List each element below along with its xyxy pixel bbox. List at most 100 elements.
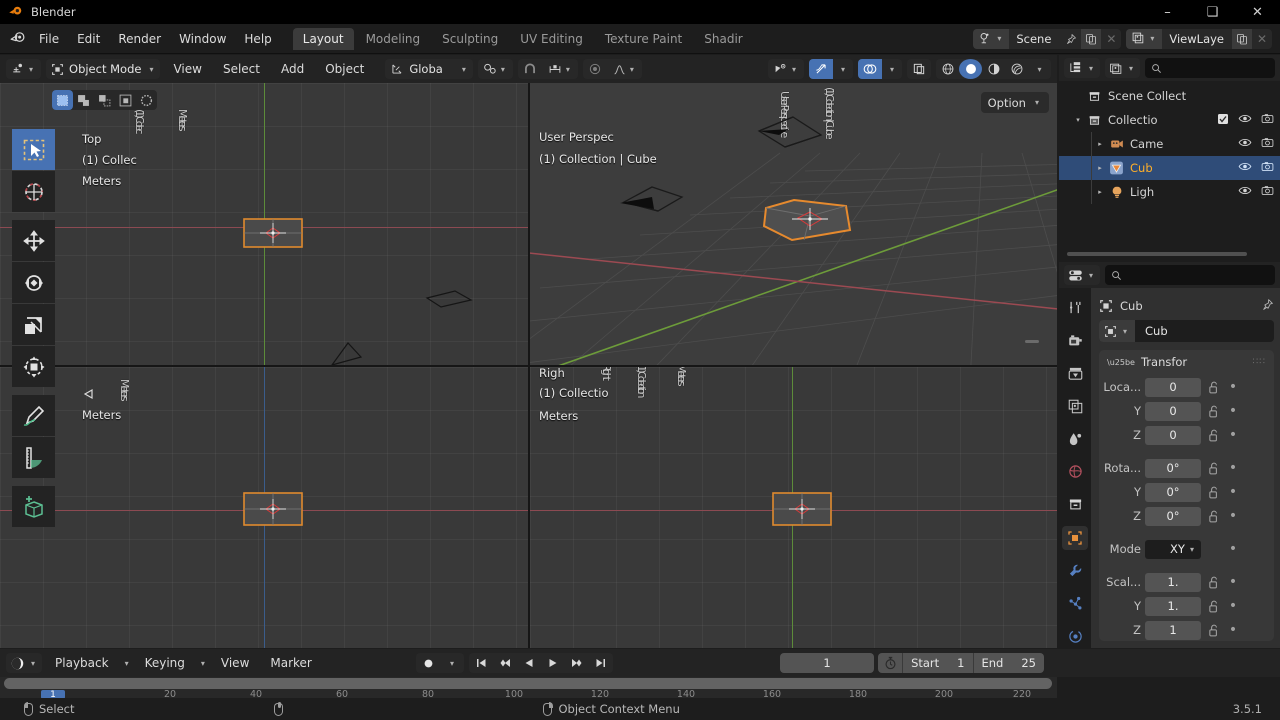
viewport-options-button[interactable]: Option ▾ <box>980 92 1049 113</box>
snap-pivot-icon[interactable]: ▾ <box>478 59 513 79</box>
location-z-lock-icon[interactable] <box>1205 429 1222 442</box>
select-mode-box[interactable] <box>73 90 94 110</box>
jump-to-start-icon[interactable] <box>469 653 493 673</box>
scale-y-field[interactable]: 1. <box>1145 596 1201 616</box>
shading-material-preview-icon[interactable] <box>982 59 1005 79</box>
tab-sculpting[interactable]: Sculpting <box>432 28 508 50</box>
rotation-x-lock-icon[interactable] <box>1205 462 1222 475</box>
cube-object-top[interactable] <box>240 213 308 256</box>
camera-render-icon[interactable] <box>1261 161 1274 175</box>
viewport-right[interactable]: Right (1) Collection Meters Righ (1) Col… <box>530 367 1057 648</box>
magnet-icon[interactable] <box>518 59 542 79</box>
current-frame-field[interactable]: 1 <box>780 653 875 673</box>
pin-icon[interactable] <box>1261 298 1274 314</box>
menu-render[interactable]: Render <box>109 29 170 49</box>
tab-layout[interactable]: Layout <box>292 27 354 50</box>
expander-icon[interactable]: ▸ <box>1093 164 1107 172</box>
chevron-down-icon[interactable]: \u25be <box>1107 358 1135 367</box>
snap-to-icon[interactable]: ▾ <box>542 59 578 79</box>
xray-icon[interactable] <box>907 59 931 79</box>
outliner-scrollbar[interactable] <box>1067 252 1247 256</box>
shading-dropdown[interactable]: ▾ <box>1028 59 1051 79</box>
shading-wireframe-icon[interactable] <box>936 59 959 79</box>
transform-tool[interactable] <box>12 346 55 387</box>
blender-menu-icon[interactable] <box>4 28 30 50</box>
outliner-row-collection[interactable]: ▾ Collectio <box>1059 108 1280 132</box>
scene-pin-icon[interactable] <box>1061 29 1081 49</box>
shading-solid-icon[interactable] <box>959 59 982 79</box>
measure-tool[interactable] <box>12 437 55 478</box>
play-reverse-icon[interactable] <box>517 653 541 673</box>
location-y-animate-dot[interactable]: • <box>1226 404 1240 418</box>
record-keyframe-icon[interactable] <box>416 653 440 673</box>
tab-uv-editing[interactable]: UV Editing <box>510 28 593 50</box>
eye-icon[interactable] <box>1238 113 1252 127</box>
location-x-field[interactable]: 0 <box>1145 377 1201 397</box>
outliner-row-camera[interactable]: ▸ Came <box>1059 132 1280 156</box>
timeline-editor-icon[interactable]: ▾ <box>6 653 43 673</box>
timeline-ruler[interactable]: 1 20 40 60 80 100 120 140 160 180 200 22… <box>0 677 1057 700</box>
jump-to-prev-keyframe-icon[interactable] <box>493 653 517 673</box>
timeline-menu-keying[interactable]: Keying <box>137 653 193 673</box>
object-types-visibility-icon[interactable]: ▾ <box>768 59 804 79</box>
outliner-row-light[interactable]: ▸ Ligh <box>1059 180 1280 204</box>
tab-modeling[interactable]: Modeling <box>356 28 431 50</box>
scale-x-field[interactable]: 1. <box>1145 572 1201 592</box>
overlays-dropdown[interactable]: ▾ <box>882 59 902 79</box>
scale-y-animate-dot[interactable]: • <box>1226 599 1240 613</box>
timeline-editor[interactable]: ▾ Playback ▾ Keying ▾ View Marker ▾ 1 St… <box>0 649 1280 700</box>
eye-icon[interactable] <box>1238 161 1252 175</box>
camera-render-icon[interactable] <box>1261 185 1274 199</box>
start-frame-field[interactable]: Start 1 <box>903 653 972 673</box>
viewport-top[interactable]: (1) Collec Meters Top (1) Collec Meters <box>0 83 528 365</box>
viewport-splitter-horizontal[interactable] <box>0 365 1057 367</box>
gizmo-icon[interactable] <box>808 59 833 79</box>
tool-tab[interactable] <box>1062 296 1088 320</box>
close-button[interactable]: ✕ <box>1235 0 1280 24</box>
xray-toggle[interactable] <box>907 59 931 79</box>
select-mode-tweak[interactable] <box>52 90 73 110</box>
scale-z-animate-dot[interactable]: • <box>1226 623 1240 637</box>
minimize-button[interactable]: – <box>1145 0 1190 24</box>
rotation-x-field[interactable]: 0° <box>1145 458 1201 478</box>
outliner-editor[interactable]: ▾ ▾ Scene Collect ▾ Collectio ▸ Came ▸ C… <box>1059 55 1280 260</box>
menu-help[interactable]: Help <box>235 29 280 49</box>
menu-edit[interactable]: Edit <box>68 29 109 49</box>
location-x-lock-icon[interactable] <box>1205 381 1222 394</box>
object-square-icon[interactable]: ▾ <box>1099 320 1136 342</box>
scene-icon[interactable]: ▾ <box>973 28 1010 49</box>
location-y-lock-icon[interactable] <box>1205 405 1222 418</box>
outliner-row-cube[interactable]: ▸ Cub <box>1059 156 1280 180</box>
properties-editor[interactable]: ▾ Cub ▾ Cub \u25be Transfor ∷∷ Loca... 0… <box>1059 262 1280 648</box>
cube-object-selected[interactable] <box>758 196 858 249</box>
cube-object-right[interactable] <box>769 487 837 534</box>
transform-orientation-selector[interactable]: Globa ▾ <box>385 59 473 79</box>
timeline-menu-marker[interactable]: Marker <box>262 653 319 673</box>
render-tab[interactable] <box>1062 329 1088 353</box>
editor-type-selector[interactable]: ▾ <box>6 59 42 79</box>
object-tab[interactable] <box>1062 525 1088 550</box>
location-z-animate-dot[interactable]: • <box>1226 428 1240 442</box>
viewport-menu-object[interactable]: Object <box>317 59 372 79</box>
location-y-field[interactable]: 0 <box>1145 401 1201 421</box>
scale-x-animate-dot[interactable]: • <box>1226 575 1240 589</box>
end-frame-field[interactable]: End 25 <box>974 653 1045 673</box>
scale-z-field[interactable]: 1 <box>1145 620 1201 640</box>
viewport-menu-select[interactable]: Select <box>215 59 268 79</box>
object-name-field[interactable]: ▾ Cub <box>1099 320 1274 342</box>
camera-render-icon[interactable] <box>1261 137 1274 151</box>
editor-type-icon[interactable]: ▾ <box>6 59 41 79</box>
maximize-button[interactable]: ❑ <box>1190 0 1235 24</box>
proportional-edit-icon[interactable] <box>583 59 607 79</box>
physics-tab[interactable] <box>1062 624 1088 648</box>
outliner-row-scene-collection[interactable]: Scene Collect <box>1059 84 1280 108</box>
jump-to-end-icon[interactable] <box>589 653 613 673</box>
location-x-animate-dot[interactable]: • <box>1226 380 1240 394</box>
shading-rendered-icon[interactable] <box>1005 59 1028 79</box>
tab-texture-paint[interactable]: Texture Paint <box>595 28 692 50</box>
viewlayer-tab[interactable] <box>1062 394 1088 418</box>
timeline-scrollbar[interactable] <box>4 678 1052 689</box>
select-mode-all[interactable] <box>136 90 157 110</box>
jump-to-next-keyframe-icon[interactable] <box>565 653 589 673</box>
scene-new-button[interactable] <box>1081 28 1102 49</box>
